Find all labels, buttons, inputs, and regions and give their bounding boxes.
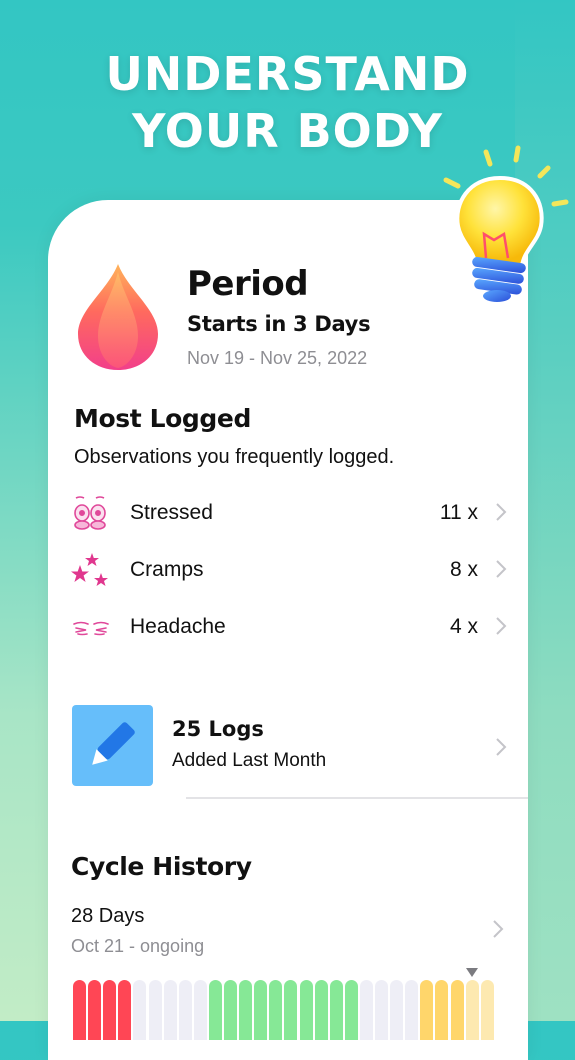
chevron-right-icon [493, 920, 504, 938]
blood-drop-icon [78, 264, 158, 370]
cycle-day-bar-period [118, 980, 132, 1040]
cycle-day-bar-none [163, 980, 177, 1040]
cycle-day-bar-fertile [239, 980, 253, 1040]
item-label: Stressed [130, 501, 213, 524]
cycle-day-bar-none [390, 980, 404, 1040]
most-logged-item-cramps[interactable]: Cramps 8 x [70, 547, 515, 593]
chevron-right-icon [496, 503, 507, 521]
cycle-day-bar-none [193, 980, 207, 1040]
logs-count: 25 Logs [172, 717, 264, 741]
most-logged-item-headache[interactable]: Headache 4 x [70, 604, 515, 650]
chevron-right-icon [496, 560, 507, 578]
cycle-day-bar-period [103, 980, 117, 1040]
cycle-day-bar-none [178, 980, 192, 1040]
headache-icon [73, 621, 109, 636]
cycle-day-bar-fertile [299, 980, 313, 1040]
item-count: 8 x [449, 558, 478, 581]
cycle-day-bar-pms [435, 980, 449, 1040]
cycle-day-bar-period [88, 980, 102, 1040]
headline-line-1: UNDERSTAND [105, 47, 470, 101]
pencil-icon [92, 722, 135, 765]
logs-subtitle: Added Last Month [172, 750, 327, 771]
item-count: 11 x [439, 501, 478, 524]
cycle-day-bar-fertile [254, 980, 268, 1040]
cycle-range: Oct 21 - ongoing [71, 936, 205, 956]
cycle-day-bar-fertile [284, 980, 298, 1040]
cycle-day-bar-pms [450, 980, 464, 1040]
cycle-day-bar-fertile [224, 980, 237, 1040]
logs-tile [72, 705, 153, 786]
item-label: Cramps [130, 558, 204, 581]
cycle-day-bar-fertile [269, 980, 283, 1040]
most-logged-subtitle: Observations you frequently logged. [74, 446, 395, 468]
most-logged-item-stressed[interactable]: Stressed 11 x [70, 490, 515, 536]
cycle-day-bar-fertile [329, 980, 343, 1040]
period-dates: Nov 19 - Nov 25, 2022 [187, 348, 368, 368]
cycle-day-bar-period [73, 980, 86, 1040]
item-count: 4 x [449, 615, 478, 638]
cycle-day-bar-none [405, 980, 419, 1040]
cycle-day-bar-pms [420, 980, 434, 1040]
period-title: Period [187, 264, 309, 304]
cycle-day-bar-pms-future [465, 980, 479, 1040]
light-bulb-icon [443, 145, 569, 302]
cycle-day-bars [73, 980, 513, 1040]
divider [186, 797, 528, 799]
stressed-face-icon [74, 496, 106, 530]
cycle-day-bar-fertile [344, 980, 358, 1040]
cycle-history-title: Cycle History [71, 852, 252, 881]
cycle-day-bar-fertile [208, 980, 222, 1040]
logs-summary-row[interactable]: 25 Logs Added Last Month [70, 702, 515, 788]
cycle-day-bar-none [375, 980, 388, 1040]
cycle-day-bar-none [133, 980, 147, 1040]
cycle-day-bar-none [148, 980, 162, 1040]
cycle-day-bar-none [359, 980, 373, 1040]
current-day-marker [466, 968, 479, 977]
item-label: Headache [130, 615, 226, 638]
chevron-right-icon [496, 738, 507, 756]
cramps-stars-icon [71, 553, 108, 586]
most-logged-title: Most Logged [74, 404, 251, 433]
chevron-right-icon [496, 617, 507, 635]
period-countdown: Starts in 3 Days [187, 312, 371, 336]
cycle-day-bar-pms-future [480, 980, 494, 1040]
cycle-day-bar-fertile [314, 980, 328, 1040]
cycle-length: 28 Days [71, 905, 145, 927]
